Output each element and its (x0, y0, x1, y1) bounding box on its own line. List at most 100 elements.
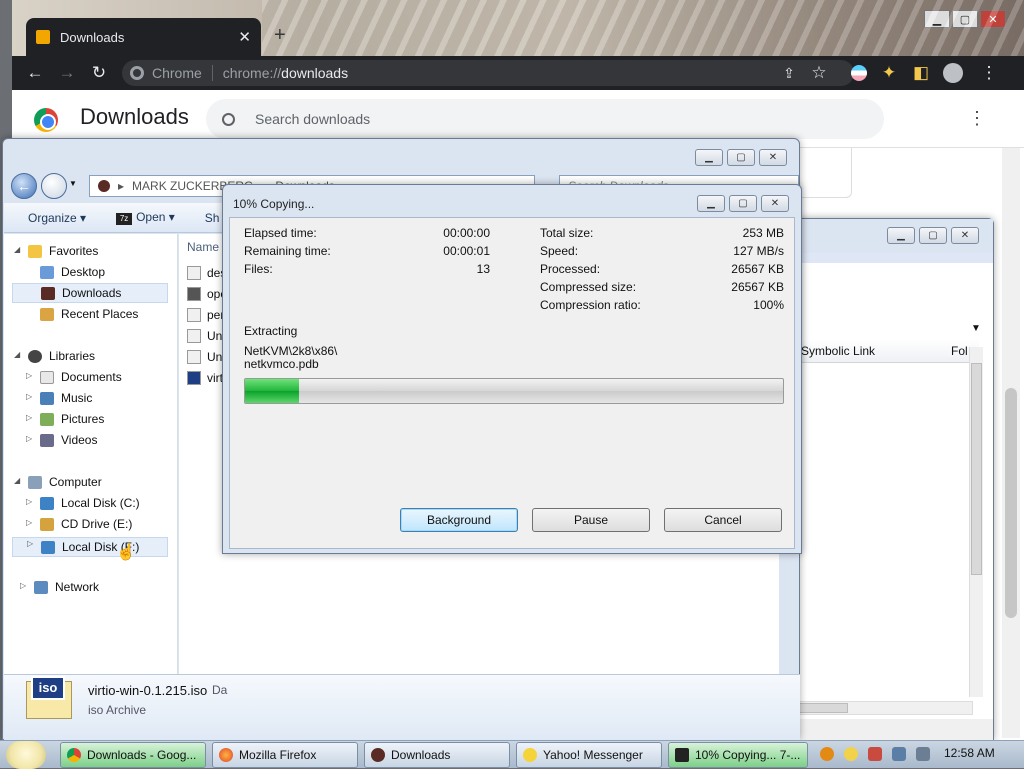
collapse-triangle-icon[interactable]: ◢ (14, 350, 20, 359)
start-button[interactable] (6, 741, 46, 769)
nav-documents[interactable]: ▷ Documents (26, 370, 122, 384)
profile-flag-icon[interactable] (848, 62, 870, 84)
tray-network-icon[interactable] (892, 747, 906, 761)
nav-libraries[interactable]: ◢ Libraries (14, 349, 95, 363)
current-path: NetKVM\2k8\x86\ (244, 344, 338, 358)
iso-archive-icon (26, 676, 72, 719)
account-avatar-icon[interactable] (942, 62, 964, 84)
share-icon[interactable]: ⇪ (778, 62, 800, 84)
taskbar-item-chrome[interactable]: Downloads - Goog... (60, 742, 206, 768)
nav-music[interactable]: ▷ Music (26, 391, 92, 405)
cancel-button[interactable]: Cancel (664, 508, 782, 532)
nav-computer[interactable]: ◢ Computer (14, 475, 102, 489)
file-item[interactable]: Un (187, 350, 222, 364)
back-arrow-icon[interactable]: ← (24, 62, 46, 84)
url-scheme: chrome:// (222, 65, 282, 81)
close-window-button[interactable]: ✕ (980, 10, 1006, 28)
downloads-search-input[interactable]: Search downloads (206, 99, 884, 139)
share-button[interactable]: Sh (205, 211, 220, 225)
taskbar-item-firefox[interactable]: Mozilla Firefox (212, 742, 358, 768)
nav-videos[interactable]: ▷ Videos (26, 433, 97, 447)
nav-recent-places[interactable]: Recent Places (40, 307, 138, 321)
iso-file-icon (187, 371, 201, 385)
column-symbolic-link[interactable]: Symbolic Link (801, 344, 875, 358)
expand-triangle-icon[interactable]: ▷ (26, 434, 32, 443)
expand-triangle-icon[interactable]: ▷ (27, 539, 33, 548)
taskbar-clock[interactable]: 12:58 AM (944, 746, 995, 760)
nav-favorites[interactable]: ◢ Favorites (14, 244, 98, 258)
nav-label: Downloads (62, 286, 122, 300)
column-folders[interactable]: Fol (951, 344, 968, 358)
progress-close-button[interactable]: ✕ (761, 195, 789, 212)
organize-label: Organize (28, 210, 77, 225)
expand-triangle-icon[interactable]: ▷ (26, 497, 32, 506)
nav-pictures[interactable]: ▷ Pictures (26, 412, 104, 426)
archive-maximize-button[interactable]: ▢ (919, 227, 947, 244)
forward-button[interactable] (41, 173, 67, 199)
taskbar-item-7zip[interactable]: 10% Copying... 7-... (668, 742, 808, 768)
file-item-iso[interactable]: virt (187, 371, 223, 385)
details-date-label: Da (212, 683, 228, 697)
tray-messenger-icon[interactable] (844, 747, 858, 761)
file-name: Un (207, 350, 223, 364)
expand-triangle-icon[interactable]: ▷ (26, 413, 32, 422)
taskbar-item-downloads[interactable]: Downloads (364, 742, 510, 768)
chrome-scrollbar[interactable] (1002, 148, 1020, 738)
bookmark-star-icon[interactable]: ☆ (808, 62, 830, 84)
expand-triangle-icon[interactable]: ▷ (20, 581, 26, 590)
pause-button[interactable]: Pause (532, 508, 650, 532)
nav-local-disk-c[interactable]: ▷ Local Disk (C:) (26, 496, 140, 510)
recent-pages-dropdown-icon[interactable]: ▼ (69, 179, 77, 188)
taskbar-item-yahoo[interactable]: Yahoo! Messenger (516, 742, 662, 768)
path-dropdown-arrow-icon[interactable]: ▼ (971, 323, 981, 334)
explorer-close-button[interactable]: ✕ (759, 149, 787, 166)
downloads-more-icon[interactable]: ⋮ (968, 108, 986, 129)
collapse-triangle-icon[interactable]: ◢ (14, 476, 20, 485)
collapse-triangle-icon[interactable]: ◢ (14, 245, 20, 254)
side-panel-icon[interactable]: ◧ (910, 62, 932, 84)
progress-maximize-button[interactable]: ▢ (729, 195, 757, 212)
chrome-menu-icon[interactable]: ⋮ (978, 62, 1000, 84)
nav-local-disk-f[interactable]: ▷ Local Disk (F:) (12, 537, 168, 557)
file-item[interactable]: Un (187, 329, 222, 343)
expand-triangle-icon[interactable]: ▷ (26, 518, 32, 527)
scrollbar-thumb[interactable] (1005, 388, 1017, 618)
tray-action-center-icon[interactable] (868, 747, 882, 761)
expand-triangle-icon[interactable]: ▷ (26, 392, 32, 401)
open-button[interactable]: 7z Open ▾ (116, 210, 175, 225)
mouse-cursor-icon: ☝ (116, 544, 136, 561)
tray-search-icon[interactable] (820, 747, 834, 761)
background-button[interactable]: Background (400, 508, 518, 532)
extensions-puzzle-icon[interactable]: ✦ (878, 62, 900, 84)
nav-desktop[interactable]: Desktop (40, 265, 105, 279)
address-bar[interactable]: Chrome chrome://downloads (122, 60, 854, 86)
close-tab-icon[interactable]: ✕ (238, 28, 251, 46)
back-button[interactable]: ← (11, 173, 37, 199)
nav-downloads[interactable]: Downloads (12, 283, 168, 303)
archive-minimize-button[interactable]: ▁ (887, 227, 915, 244)
downloads-folder-icon (371, 748, 385, 762)
reload-icon[interactable]: ↻ (88, 62, 110, 84)
file-item[interactable]: per (187, 308, 224, 322)
minimize-button[interactable]: ▁ (924, 10, 950, 28)
vertical-scroll-thumb[interactable] (971, 363, 982, 575)
stat-label: Compression ratio: (540, 298, 641, 312)
new-tab-button[interactable]: + (274, 24, 286, 47)
forward-arrow-icon[interactable]: → (56, 62, 78, 84)
progress-minimize-button[interactable]: ▁ (697, 195, 725, 212)
archive-vertical-scrollbar[interactable] (969, 347, 983, 697)
organize-button[interactable]: Organize ▾ (28, 211, 86, 225)
column-name[interactable]: Name (187, 240, 219, 254)
nav-network[interactable]: ▷ Network (20, 580, 99, 594)
sevenzip-icon (675, 748, 689, 762)
explorer-minimize-button[interactable]: ▁ (695, 149, 723, 166)
nav-cd-drive-e[interactable]: ▷ CD Drive (E:) (26, 517, 132, 531)
maximize-button[interactable]: ▢ (952, 10, 978, 28)
expand-triangle-icon[interactable]: ▷ (26, 371, 32, 380)
archive-close-button[interactable]: ✕ (951, 227, 979, 244)
file-item[interactable]: des (187, 266, 226, 280)
nav-label: Computer (49, 475, 102, 489)
explorer-maximize-button[interactable]: ▢ (727, 149, 755, 166)
chrome-tab-downloads[interactable]: Downloads ✕ (26, 18, 261, 56)
tray-volume-icon[interactable] (916, 747, 930, 761)
